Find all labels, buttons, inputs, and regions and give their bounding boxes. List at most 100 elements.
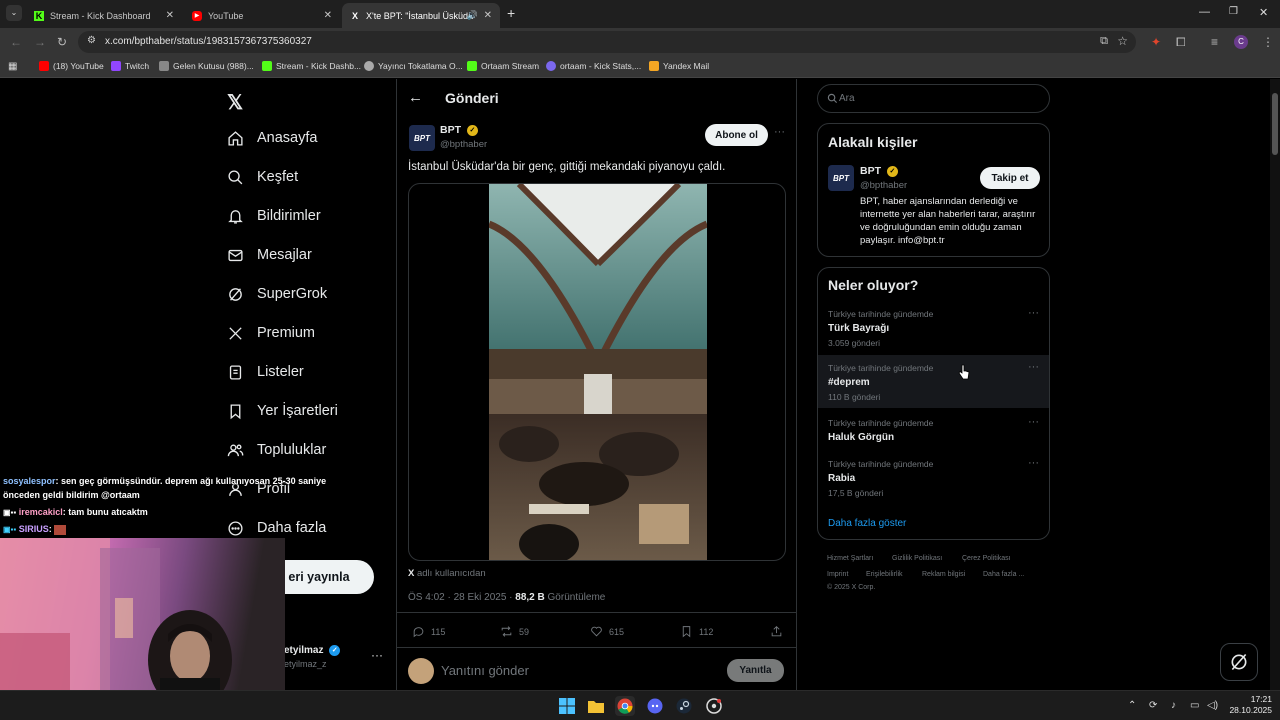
browser-tab-strip: ⌄ K Stream - Kick Dashboard ✕ ▶ YouTube …: [0, 0, 1280, 28]
nav-item-messages[interactable]: Mesajlar: [226, 246, 312, 264]
volume-icon[interactable]: ◁): [1207, 700, 1218, 711]
footer-link[interactable]: Reklam bilgisi: [922, 571, 965, 578]
tab-youtube[interactable]: ▶ YouTube ✕: [184, 3, 340, 28]
clock[interactable]: 17:21 28.10.2025: [1226, 694, 1272, 716]
close-icon[interactable]: ✕: [166, 10, 174, 21]
site-info-icon[interactable]: ⚙: [87, 35, 96, 46]
bookmark-item[interactable]: (18) YouTube: [39, 61, 104, 71]
subscribe-button[interactable]: Abone ol: [705, 124, 768, 146]
footer-link[interactable]: Hizmet Şartları: [827, 555, 873, 562]
start-icon[interactable]: [557, 696, 577, 716]
like-action[interactable]: 615: [590, 625, 624, 638]
nav-item-premium[interactable]: Premium: [226, 324, 315, 342]
post-timestamp[interactable]: ÖS 4:02 · 28 Eki 2025 ·: [408, 592, 515, 603]
bookmark-star-icon[interactable]: ☆: [1117, 34, 1128, 48]
person-handle[interactable]: @bpthaber: [860, 180, 907, 191]
file-explorer-icon[interactable]: [586, 696, 606, 716]
discord-icon[interactable]: [645, 696, 665, 716]
nav-item-home[interactable]: Anasayfa: [226, 129, 317, 147]
extensions-puzzle-icon[interactable]: ⧠: [1176, 35, 1186, 50]
bookmark-item[interactable]: Gelen Kutusu (988)...: [159, 61, 254, 71]
forward-icon[interactable]: →: [34, 35, 46, 49]
follow-button[interactable]: Takip et: [980, 167, 1040, 189]
minimize-icon[interactable]: —: [1199, 6, 1210, 18]
footer-link[interactable]: Çerez Politikası: [962, 555, 1011, 562]
person-name[interactable]: BPT: [860, 165, 881, 177]
more-horizontal-icon[interactable]: ···: [1028, 457, 1039, 469]
reply-action[interactable]: 115: [412, 625, 445, 638]
bookmark-item[interactable]: Stream - Kick Dashb...: [262, 61, 361, 71]
trend-item[interactable]: Türkiye tarihinde gündemde Rabia 17,5 B …: [818, 451, 1049, 504]
close-icon[interactable]: ✕: [324, 10, 332, 21]
profile-avatar[interactable]: C: [1234, 35, 1248, 49]
menu-kebab-icon[interactable]: ⋮: [1262, 35, 1274, 49]
microphone-icon[interactable]: ♪: [1171, 700, 1176, 711]
scrollbar-thumb[interactable]: [1272, 93, 1278, 155]
reload-icon[interactable]: ↻: [57, 35, 67, 49]
x-logo-icon[interactable]: 𝕏: [227, 90, 243, 115]
trend-item[interactable]: Türkiye tarihinde gündemde #deprem 110 B…: [818, 355, 1049, 408]
footer-link[interactable]: Daha fazla ...: [983, 571, 1024, 578]
more-horizontal-icon[interactable]: ···: [1028, 307, 1039, 319]
more-horizontal-icon[interactable]: ···: [371, 648, 383, 662]
search-input[interactable]: Ara: [817, 84, 1050, 113]
chrome-icon[interactable]: [615, 696, 635, 716]
reply-input[interactable]: Yanıtını gönder: [441, 663, 671, 678]
nav-item-lists[interactable]: Listeler: [226, 363, 304, 381]
more-horizontal-icon[interactable]: ···: [1028, 361, 1039, 373]
post-video[interactable]: [408, 183, 786, 561]
network-icon[interactable]: ▭: [1190, 700, 1199, 711]
trend-item[interactable]: Türkiye tarihinde gündemde Haluk Görgün …: [818, 410, 1049, 450]
restore-icon[interactable]: ❐: [1229, 6, 1238, 17]
nav-item-bookmarks[interactable]: Yer İşaretleri: [226, 402, 338, 420]
bookmark-item[interactable]: ortaam - Kick Stats,...: [546, 61, 641, 71]
bookmark-action[interactable]: 112: [680, 625, 713, 638]
webcam-overlay: [0, 538, 285, 690]
speaker-icon[interactable]: 🔊: [467, 10, 478, 21]
more-horizontal-icon[interactable]: ···: [1028, 416, 1039, 428]
new-tab-button[interactable]: +: [507, 5, 515, 21]
show-more-link[interactable]: Daha fazla göster: [828, 518, 906, 529]
tab-kick-dashboard[interactable]: K Stream - Kick Dashboard ✕: [26, 3, 182, 28]
tray-chevron-icon[interactable]: ⌃: [1128, 700, 1136, 711]
steam-icon[interactable]: [674, 696, 694, 716]
obs-icon[interactable]: [704, 696, 724, 716]
nav-item-communities[interactable]: Topluluklar: [226, 441, 326, 459]
bookmark-item[interactable]: Twitch: [111, 61, 149, 71]
nav-item-supergrok[interactable]: SuperGrok: [226, 285, 327, 303]
window-close-icon[interactable]: ✕: [1259, 6, 1268, 19]
author-name[interactable]: BPT: [440, 124, 461, 136]
account-handle: etyilmaz_z: [284, 659, 327, 669]
back-arrow-icon[interactable]: ←: [408, 89, 423, 106]
bookmark-item[interactable]: Ortaam Stream: [467, 61, 539, 71]
reading-list-icon[interactable]: ≡: [1211, 35, 1218, 49]
install-app-icon[interactable]: ⧉: [1100, 35, 1108, 48]
video-frame: [489, 184, 707, 560]
tab-x-post[interactable]: X X'te BPT: "İstanbul Üsküda 🔊 ✕: [342, 3, 500, 28]
footer-link[interactable]: Erişilebilirlik: [866, 571, 903, 578]
trend-item[interactable]: Türkiye tarihinde gündemde Türk Bayrağı …: [818, 301, 1049, 354]
more-horizontal-icon[interactable]: ···: [774, 126, 785, 138]
nav-item-more[interactable]: Daha fazla: [226, 519, 326, 537]
author-avatar[interactable]: BPT: [409, 125, 435, 151]
author-handle[interactable]: @bpthaber: [440, 139, 487, 150]
share-action[interactable]: [770, 625, 789, 638]
nav-item-notifications[interactable]: Bildirimler: [226, 207, 321, 225]
tab-search-icon[interactable]: ⌄: [6, 5, 22, 21]
reply-button[interactable]: Yanıtla: [727, 659, 784, 682]
scrollbar[interactable]: [1270, 79, 1280, 690]
apps-grid-icon[interactable]: ▦: [8, 61, 17, 72]
grok-button[interactable]: [1220, 643, 1258, 681]
extension-icon[interactable]: ✦: [1151, 35, 1161, 49]
address-bar[interactable]: ⚙ x.com/bpthaber/status/1983157367375360…: [78, 31, 1136, 53]
repost-action[interactable]: 59: [500, 625, 529, 638]
bookmark-item[interactable]: Yayıncı Tokatlama O...: [364, 61, 463, 71]
sync-icon[interactable]: ⟳: [1149, 700, 1157, 711]
close-icon[interactable]: ✕: [484, 10, 492, 21]
footer-link[interactable]: Gizlilik Politikası: [892, 555, 942, 562]
back-icon[interactable]: ←: [10, 35, 22, 49]
bookmark-item[interactable]: Yandex Mail: [649, 61, 709, 71]
footer-link[interactable]: Imprint: [827, 571, 848, 578]
author-avatar[interactable]: BPT: [828, 165, 854, 191]
nav-item-explore[interactable]: Keşfet: [226, 168, 298, 186]
